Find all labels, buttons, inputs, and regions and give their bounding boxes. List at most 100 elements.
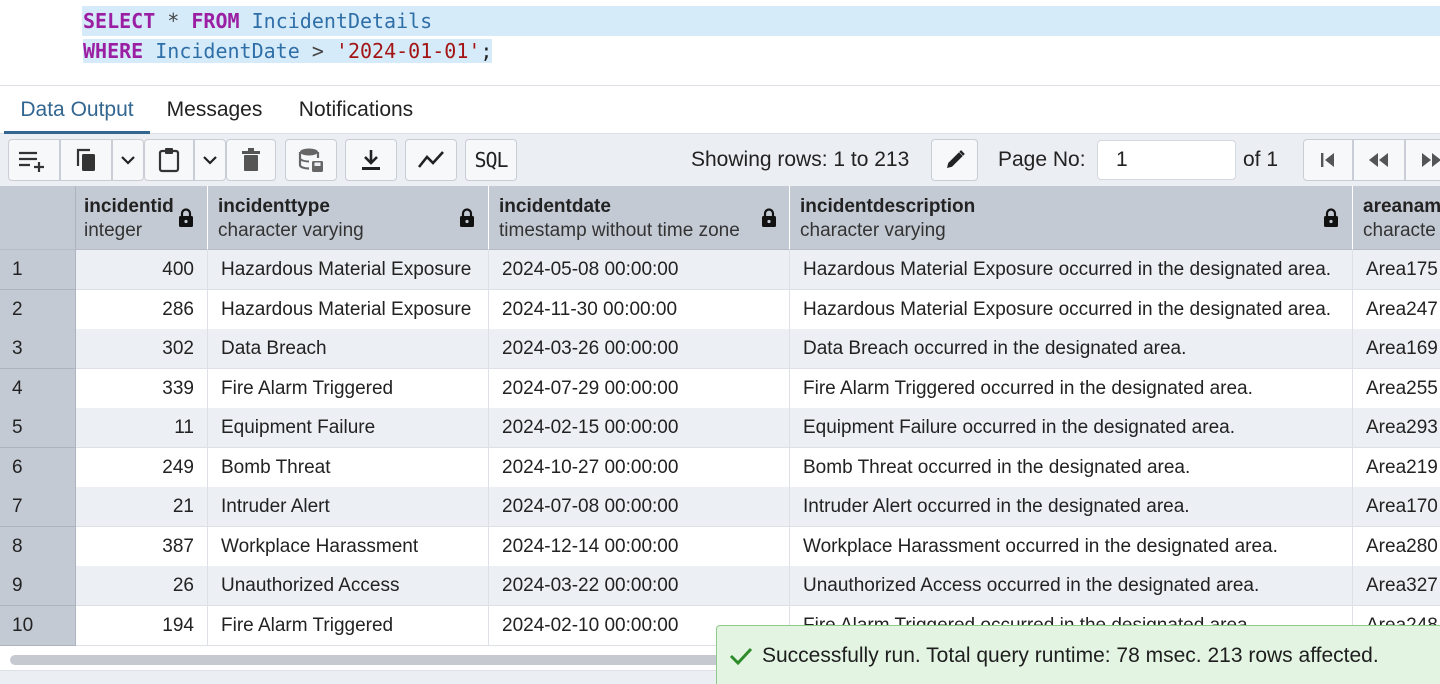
cell-incidentdescription[interactable]: Unauthorized Access occurred in the desi…	[790, 566, 1353, 606]
cell-incidentdate[interactable]: 2024-07-08 00:00:00	[489, 487, 790, 527]
cell-incidentdescription[interactable]: Workplace Harassment occurred in the des…	[790, 527, 1353, 567]
cell-incidenttype[interactable]: Fire Alarm Triggered	[208, 369, 489, 409]
cell-incidentid[interactable]: 11	[76, 408, 208, 448]
table-row[interactable]: 8 387 Workplace Harassment 2024-12-14 00…	[0, 527, 1440, 567]
editor-line[interactable]: 20 WHERE IncidentDate > '2024-01-01';	[0, 36, 1440, 66]
graph-visualiser-button[interactable]	[405, 139, 457, 181]
cell-incidenttype[interactable]: Bomb Threat	[208, 448, 489, 488]
code-text[interactable]: SELECT * FROM IncidentDetails	[82, 6, 1440, 36]
cell-areaname[interactable]: Area327	[1353, 566, 1440, 606]
cell-incidentdescription[interactable]: Intruder Alert occurred in the designate…	[790, 487, 1353, 527]
cell-incidenttype[interactable]: Data Breach	[208, 329, 489, 369]
row-number[interactable]: 4	[0, 369, 76, 409]
cell-incidentid[interactable]: 21	[76, 487, 208, 527]
cell-incidenttype[interactable]: Fire Alarm Triggered	[208, 606, 489, 646]
cell-incidentdate[interactable]: 2024-03-22 00:00:00	[489, 566, 790, 606]
row-number[interactable]: 5	[0, 408, 76, 448]
tab-notifications[interactable]: Notifications	[280, 87, 432, 134]
add-row-button[interactable]	[8, 139, 60, 181]
cell-incidentid[interactable]: 387	[76, 527, 208, 567]
column-name: incidentid	[84, 196, 174, 217]
cell-areaname[interactable]: Area280	[1353, 527, 1440, 567]
editor-line[interactable]: 21	[0, 66, 1440, 85]
cell-incidentdescription[interactable]: Hazardous Material Exposure occurred in …	[790, 250, 1353, 290]
row-number[interactable]: 6	[0, 448, 76, 488]
cell-areaname[interactable]: Area219	[1353, 448, 1440, 488]
column-header-areaname[interactable]: areanam characte	[1353, 186, 1440, 250]
save-data-button[interactable]	[285, 139, 337, 181]
tab-data-output[interactable]: Data Output	[4, 87, 150, 134]
cell-incidentid[interactable]: 26	[76, 566, 208, 606]
next-page-button[interactable]	[1405, 139, 1440, 181]
edit-row-range-button[interactable]	[931, 139, 978, 181]
cell-incidentdate[interactable]: 2024-07-29 00:00:00	[489, 369, 790, 409]
column-header-incidentdate[interactable]: incidentdate timestamp without time zone	[489, 186, 790, 250]
code-text[interactable]: WHERE IncidentDate > '2024-01-01';	[82, 36, 1440, 66]
cell-areaname[interactable]: Area170	[1353, 487, 1440, 527]
paste-button[interactable]	[144, 139, 194, 181]
select-all-corner[interactable]	[0, 186, 76, 250]
page-total-text: of 1	[1243, 148, 1279, 171]
cell-incidentid[interactable]: 302	[76, 329, 208, 369]
cell-incidenttype[interactable]: Equipment Failure	[208, 408, 489, 448]
cell-areaname[interactable]: Area169	[1353, 329, 1440, 369]
row-number[interactable]: 2	[0, 290, 76, 330]
row-number[interactable]: 1	[0, 250, 76, 290]
cell-incidentdescription[interactable]: Data Breach occurred in the designated a…	[790, 329, 1353, 369]
cell-incidenttype[interactable]: Hazardous Material Exposure	[208, 250, 489, 290]
table-row[interactable]: 7 21 Intruder Alert 2024-07-08 00:00:00 …	[0, 487, 1440, 527]
tab-messages[interactable]: Messages	[152, 87, 277, 134]
cell-incidenttype[interactable]: Workplace Harassment	[208, 527, 489, 567]
copy-button[interactable]	[60, 139, 112, 181]
previous-page-button[interactable]	[1353, 139, 1405, 181]
paste-options-dropdown[interactable]	[194, 139, 226, 181]
table-row[interactable]: 6 249 Bomb Threat 2024-10-27 00:00:00 Bo…	[0, 448, 1440, 488]
cell-incidentdescription[interactable]: Hazardous Material Exposure occurred in …	[790, 290, 1353, 330]
delete-button[interactable]	[226, 139, 276, 181]
table-row[interactable]: 2 286 Hazardous Material Exposure 2024-1…	[0, 290, 1440, 330]
row-number[interactable]: 10	[0, 606, 76, 646]
query-editor[interactable]: 19 SELECT * FROM IncidentDetails 20 WHER…	[0, 0, 1440, 86]
cell-areaname[interactable]: Area247	[1353, 290, 1440, 330]
table-row[interactable]: 9 26 Unauthorized Access 2024-03-22 00:0…	[0, 566, 1440, 606]
cell-incidenttype[interactable]: Unauthorized Access	[208, 566, 489, 606]
cell-incidentid[interactable]: 249	[76, 448, 208, 488]
table-row[interactable]: 3 302 Data Breach 2024-03-26 00:00:00 Da…	[0, 329, 1440, 369]
first-page-button[interactable]	[1303, 139, 1353, 181]
copy-options-dropdown[interactable]	[112, 139, 144, 181]
cell-areaname[interactable]: Area293	[1353, 408, 1440, 448]
row-number[interactable]: 9	[0, 566, 76, 606]
cell-incidentdate[interactable]: 2024-02-15 00:00:00	[489, 408, 790, 448]
editor-line[interactable]: 19 SELECT * FROM IncidentDetails	[0, 6, 1440, 36]
cell-areaname[interactable]: Area175	[1353, 250, 1440, 290]
cell-incidentdate[interactable]: 2024-05-08 00:00:00	[489, 250, 790, 290]
cell-incidentdescription[interactable]: Bomb Threat occurred in the designated a…	[790, 448, 1353, 488]
cell-incidentdescription[interactable]: Equipment Failure occurred in the design…	[790, 408, 1353, 448]
table-row[interactable]: 4 339 Fire Alarm Triggered 2024-07-29 00…	[0, 369, 1440, 409]
column-header-incidentdescription[interactable]: incidentdescription character varying	[790, 186, 1353, 250]
cell-incidentid[interactable]: 194	[76, 606, 208, 646]
cell-incidenttype[interactable]: Intruder Alert	[208, 487, 489, 527]
row-number[interactable]: 8	[0, 527, 76, 567]
cell-incidenttype[interactable]: Hazardous Material Exposure	[208, 290, 489, 330]
column-header-incidentid[interactable]: incidentid integer	[76, 186, 208, 250]
page-number-input[interactable]	[1097, 140, 1236, 180]
row-number[interactable]: 3	[0, 329, 76, 369]
cell-areaname[interactable]: Area255	[1353, 369, 1440, 409]
cell-incidentdate[interactable]: 2024-12-14 00:00:00	[489, 527, 790, 567]
success-notification[interactable]: Successfully run. Total query runtime: 7…	[716, 625, 1440, 684]
table-row[interactable]: 1 400 Hazardous Material Exposure 2024-0…	[0, 250, 1440, 290]
notification-message: Successfully run. Total query runtime: 7…	[762, 644, 1379, 667]
table-row[interactable]: 5 11 Equipment Failure 2024-02-15 00:00:…	[0, 408, 1440, 448]
cell-incidentid[interactable]: 286	[76, 290, 208, 330]
cell-incidentdate[interactable]: 2024-03-26 00:00:00	[489, 329, 790, 369]
column-header-incidenttype[interactable]: incidenttype character varying	[208, 186, 489, 250]
cell-incidentid[interactable]: 400	[76, 250, 208, 290]
sql-button[interactable]: SQL	[465, 139, 517, 181]
cell-incidentdescription[interactable]: Fire Alarm Triggered occurred in the des…	[790, 369, 1353, 409]
cell-incidentdate[interactable]: 2024-11-30 00:00:00	[489, 290, 790, 330]
row-number[interactable]: 7	[0, 487, 76, 527]
download-button[interactable]	[345, 139, 397, 181]
cell-incidentid[interactable]: 339	[76, 369, 208, 409]
cell-incidentdate[interactable]: 2024-10-27 00:00:00	[489, 448, 790, 488]
